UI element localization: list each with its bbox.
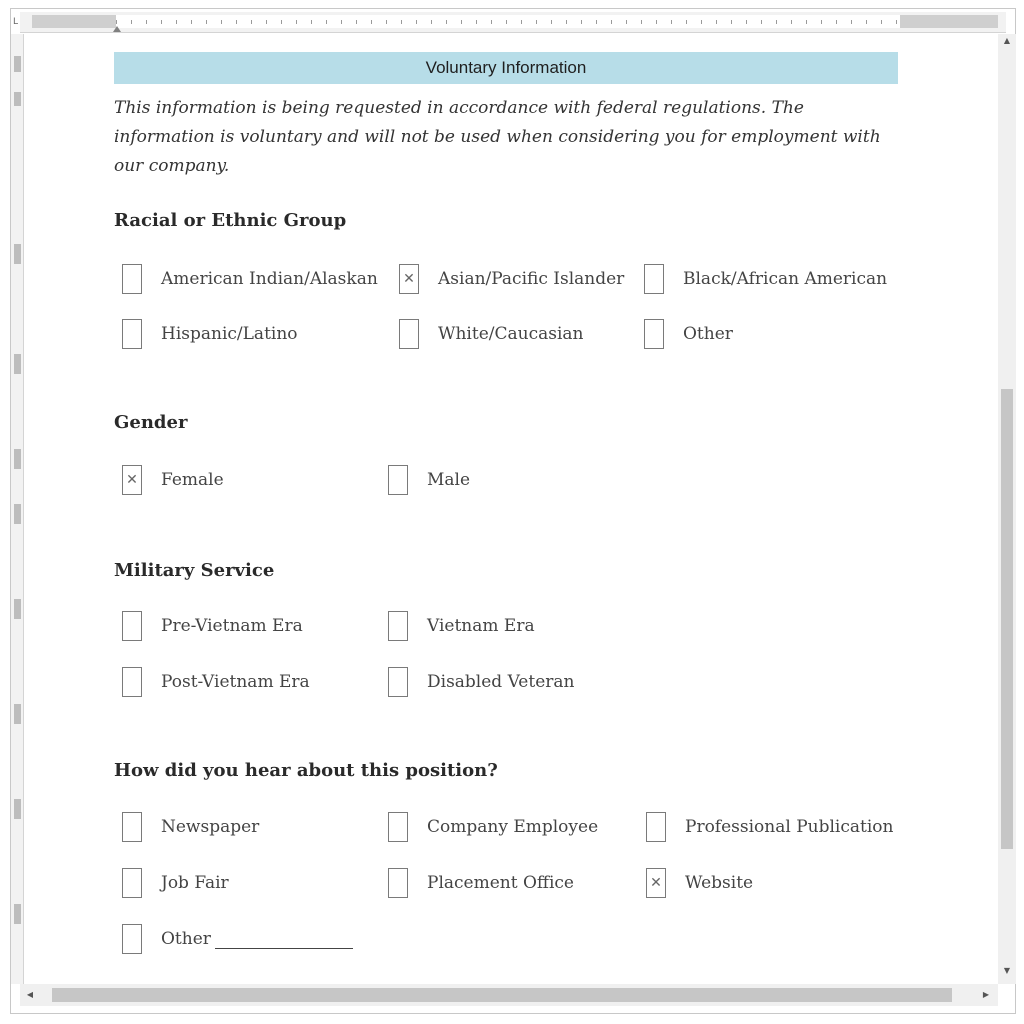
option-vietnam[interactable]: Vietnam Era [388,609,535,643]
option-post-vietnam[interactable]: Post-Vietnam Era [122,665,310,699]
vertical-scrollbar[interactable]: ▲ ▼ [998,34,1016,984]
right-margin-area [900,15,998,28]
checkbox[interactable] [122,319,142,349]
option-label: Professional Publication [685,817,894,837]
option-female[interactable]: ✕ Female [122,463,224,497]
option-label: Vietnam Era [427,616,535,636]
option-label: Newspaper [161,817,260,837]
checkbox-checked[interactable]: ✕ [122,465,142,495]
option-label: Male [427,470,471,490]
ruler-marker [14,56,21,72]
ruler-marker [14,449,21,469]
checkbox[interactable] [122,611,142,641]
section-banner: Voluntary Information [114,52,898,84]
vertical-ruler[interactable] [11,34,24,984]
tab-selector[interactable]: L [11,12,20,32]
left-margin-area [32,15,116,28]
checkbox[interactable] [388,868,408,898]
vertical-scroll-thumb[interactable] [1001,389,1013,849]
ruler-marker [14,92,21,106]
option-placement-office[interactable]: Placement Office [388,866,574,900]
scroll-left-icon[interactable]: ◀ [22,984,38,1006]
option-label: Placement Office [427,873,574,893]
option-pre-vietnam[interactable]: Pre-Vietnam Era [122,609,303,643]
checkbox[interactable] [122,924,142,954]
horizontal-scroll-thumb[interactable] [52,988,952,1002]
option-label: Pre-Vietnam Era [161,616,303,636]
ruler-marker [14,904,21,924]
option-black-african[interactable]: Black/African American [644,262,887,296]
indent-marker[interactable] [113,26,121,32]
other-blank-field[interactable] [214,930,353,949]
option-label: Post-Vietnam Era [161,672,310,692]
option-label: American Indian/Alaskan [161,269,378,289]
option-racial-other[interactable]: Other [644,317,733,351]
checkbox[interactable] [399,319,419,349]
checkbox[interactable] [388,611,408,641]
option-hispanic-latino[interactable]: Hispanic/Latino [122,317,298,351]
option-disabled-veteran[interactable]: Disabled Veteran [388,665,574,699]
scroll-down-icon[interactable]: ▼ [998,964,1016,978]
option-newspaper[interactable]: Newspaper [122,810,259,844]
scroll-right-icon[interactable]: ▶ [978,984,994,1006]
option-label: Disabled Veteran [427,672,575,692]
checkbox[interactable] [122,264,142,294]
option-label: Website [685,873,754,893]
checkbox[interactable] [646,812,666,842]
option-professional-publication[interactable]: Professional Publication [646,810,893,844]
checkbox[interactable] [122,812,142,842]
checkbox-checked[interactable]: ✕ [399,264,419,294]
checkbox[interactable] [122,667,142,697]
military-service-heading: Military Service [114,560,275,581]
option-label: White/Caucasian [438,324,584,344]
option-asian-pacific[interactable]: ✕ Asian/Pacific Islander [399,262,624,296]
scroll-up-icon[interactable]: ▲ [998,34,1016,48]
checkbox[interactable] [388,812,408,842]
option-website[interactable]: ✕ Website [646,866,753,900]
option-source-other[interactable]: Other [122,922,353,956]
checkbox[interactable] [388,667,408,697]
ruler-marker [14,244,21,264]
ruler-scale [116,15,900,28]
ruler-marker [14,704,21,724]
option-male[interactable]: Male [388,463,470,497]
option-label: Asian/Pacific Islander [438,269,625,289]
option-label: Hispanic/Latino [161,324,298,344]
horizontal-ruler[interactable] [20,12,1006,33]
option-label: Other [161,929,211,949]
option-label: Company Employee [427,817,599,837]
horizontal-scrollbar[interactable]: ◀ ▶ [20,984,998,1006]
option-label: Job Fair [161,873,229,893]
option-white-caucasian[interactable]: White/Caucasian [399,317,583,351]
ruler-marker [14,599,21,619]
gender-heading: Gender [114,412,188,433]
option-label: Black/African American [683,269,888,289]
option-company-employee[interactable]: Company Employee [388,810,598,844]
checkbox[interactable] [388,465,408,495]
ruler-marker [14,504,21,524]
option-job-fair[interactable]: Job Fair [122,866,229,900]
checkbox[interactable] [644,319,664,349]
intro-paragraph: This information is being requested in a… [114,98,881,176]
ruler-marker [14,354,21,374]
referral-source-heading: How did you hear about this position? [114,760,498,781]
option-label: Other [683,324,733,344]
checkbox[interactable] [122,868,142,898]
checkbox[interactable] [644,264,664,294]
option-label: Female [161,470,224,490]
ruler-marker [14,799,21,819]
option-american-indian[interactable]: American Indian/Alaskan [122,262,378,296]
checkbox-checked[interactable]: ✕ [646,868,666,898]
racial-group-heading: Racial or Ethnic Group [114,210,347,231]
